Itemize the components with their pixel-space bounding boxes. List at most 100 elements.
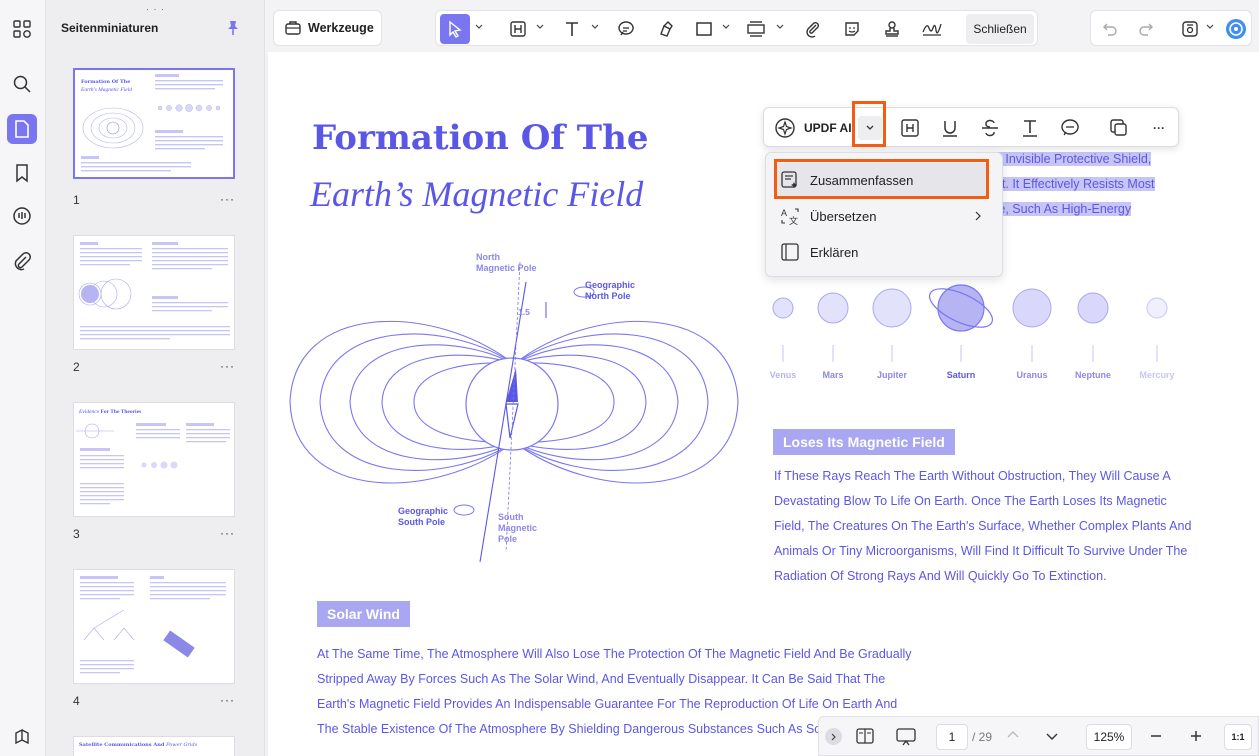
menu-item-label: Übersetzen xyxy=(810,208,877,224)
thumbnail-number: 3 xyxy=(73,527,80,541)
pin-icon[interactable] xyxy=(226,20,240,41)
north-magnetic-pole-label: North Magnetic Pole xyxy=(476,252,537,273)
planet-label: Neptune xyxy=(1075,370,1111,380)
zoom-out-icon[interactable] xyxy=(1149,729,1163,748)
zoom-in-icon[interactable] xyxy=(1189,729,1203,748)
werkzeuge-label: Werkzeuge xyxy=(308,21,374,35)
presentation-icon[interactable] xyxy=(895,727,917,752)
planet-label: Saturn xyxy=(946,370,976,380)
actual-size-button[interactable]: 1:1 xyxy=(1224,724,1252,750)
text-box-icon[interactable] xyxy=(898,116,922,140)
svg-text:A: A xyxy=(781,208,787,218)
previous-page-icon[interactable] xyxy=(1006,728,1020,747)
text-tool-button[interactable] xyxy=(558,14,586,44)
comment-tool-button[interactable] xyxy=(612,14,640,44)
chevron-down-icon[interactable] xyxy=(591,23,599,31)
sticker-tool-button[interactable] xyxy=(838,14,866,44)
undo-icon[interactable] xyxy=(1097,14,1123,44)
comment-icon[interactable] xyxy=(1058,116,1082,140)
selection-toolbar: UPDF AI ··· xyxy=(763,107,1179,147)
thumbnail-menu-button[interactable]: ··· xyxy=(220,359,235,373)
next-page-icon[interactable] xyxy=(1045,729,1059,748)
menu-item-uebersetzen[interactable]: A文 Übersetzen xyxy=(774,199,988,233)
page-navigation-bar: 1 / 29 125% 1:1 xyxy=(818,716,1259,756)
page-number-input[interactable]: 1 xyxy=(936,724,968,750)
page-thumbnail-4[interactable] xyxy=(73,569,235,684)
updf-ai-icon[interactable] xyxy=(1223,14,1249,44)
planet-label: Uranus xyxy=(1016,370,1048,380)
text-box-tool-button[interactable] xyxy=(504,14,532,44)
top-toolbar: Werkzeuge Schließen xyxy=(265,0,1259,56)
chevron-right-icon xyxy=(831,733,836,740)
selected-line: ent. It Effectively Resists Most xyxy=(988,177,1155,191)
thumbnail-menu-button[interactable]: ··· xyxy=(220,192,235,206)
section-paragraph: If These Rays Reach The Earth Without Ob… xyxy=(774,469,1192,583)
section-tag: Solar Wind xyxy=(317,601,410,627)
stamp-tool-button[interactable] xyxy=(742,14,770,44)
highlight-box-zusammenfassen xyxy=(774,159,989,199)
underline-icon[interactable] xyxy=(938,116,962,140)
drag-handle[interactable]: · · · xyxy=(146,4,165,14)
comments-icon[interactable] xyxy=(7,201,37,231)
chevron-down-icon[interactable] xyxy=(475,23,483,31)
page-thumbnail-2[interactable] xyxy=(73,235,235,350)
page-layout-icon[interactable] xyxy=(855,727,875,750)
select-tool-button[interactable] xyxy=(440,14,470,44)
document-subtitle: Earth’s Magnetic Field xyxy=(310,174,644,214)
chevron-down-icon[interactable] xyxy=(722,23,730,31)
collapse-bar-button[interactable] xyxy=(825,728,842,745)
thumbnail-panel-header: · · · Seitenminiaturen xyxy=(46,0,264,56)
document-page: Formation Of The Earth’s Magnetic Field … xyxy=(268,52,1259,756)
thumbnail-panel: · · · Seitenminiaturen Formation Of The … xyxy=(46,0,265,756)
thumbnails-icon[interactable] xyxy=(7,114,37,144)
attachment-icon[interactable] xyxy=(7,246,37,276)
close-tools-button[interactable]: Schließen xyxy=(966,14,1034,44)
page-thumbnail-5[interactable]: Satellite Communications And Power Grids xyxy=(73,736,235,756)
left-icon-rail xyxy=(0,0,46,756)
south-magnetic-pole-label: South Magnetic Pole xyxy=(498,512,538,544)
diagram-angle-label: 1.5 xyxy=(518,307,530,317)
stamp-signature-button[interactable] xyxy=(878,14,906,44)
redo-icon[interactable] xyxy=(1133,14,1159,44)
layers-icon[interactable] xyxy=(7,722,37,752)
copy-icon[interactable] xyxy=(1107,116,1131,140)
selected-text[interactable]: nd Invisible Protective Shield, ent. It … xyxy=(988,147,1155,222)
thumbnail-number: 4 xyxy=(73,694,80,708)
zoom-level-select[interactable]: 125% xyxy=(1086,724,1132,750)
save-icon[interactable] xyxy=(1177,14,1203,44)
strikethrough-icon[interactable] xyxy=(978,116,1002,140)
thumbnail-menu-button[interactable]: ··· xyxy=(220,693,235,707)
updf-ai-logo-icon[interactable] xyxy=(773,116,797,140)
attach-file-button[interactable] xyxy=(798,14,826,44)
bookmark-icon[interactable] xyxy=(7,158,37,188)
chevron-down-icon[interactable] xyxy=(1206,23,1214,31)
chevron-down-icon[interactable] xyxy=(536,23,544,31)
chevron-down-icon[interactable] xyxy=(776,23,784,31)
page-thumbnail-1[interactable]: Formation Of The Earth's Magnetic Field xyxy=(73,68,235,179)
updf-ai-button[interactable]: UPDF AI xyxy=(804,121,852,135)
menu-item-label: Erklären xyxy=(810,244,859,260)
text-insert-icon[interactable] xyxy=(1018,116,1042,140)
annotation-tools-group: Schließen xyxy=(435,10,1038,46)
thumb-title: Satellite Communications And Power Grids xyxy=(79,742,198,748)
thumbnail-menu-button[interactable]: ··· xyxy=(220,526,235,540)
page-total: / 29 xyxy=(972,730,993,744)
toolbox-icon xyxy=(284,19,302,42)
planets-diagram xyxy=(772,284,1168,362)
menu-item-erklaeren[interactable]: Erklären xyxy=(774,235,988,269)
search-icon[interactable] xyxy=(7,69,37,99)
more-options-button[interactable]: ··· xyxy=(1147,116,1171,140)
signature-tool-button[interactable] xyxy=(918,14,946,44)
rectangle-tool-button[interactable] xyxy=(690,14,718,44)
highlighter-tool-button[interactable] xyxy=(652,14,680,44)
selected-line: rse, Such As High-Energy xyxy=(988,202,1132,216)
thumbnail-number: 1 xyxy=(73,193,80,207)
planet-label: Mars xyxy=(822,370,844,380)
werkzeuge-button[interactable]: Werkzeuge xyxy=(273,10,382,46)
apps-grid-icon[interactable] xyxy=(7,14,37,44)
page-thumbnail-3[interactable]: Evidence For The Theories xyxy=(73,402,235,517)
document-title: Formation Of The xyxy=(312,118,649,158)
planet-label: Mercury xyxy=(1139,370,1175,380)
geographic-north-pole-label: Geographic North Pole xyxy=(585,280,636,301)
planet-label: Jupiter xyxy=(876,370,907,380)
